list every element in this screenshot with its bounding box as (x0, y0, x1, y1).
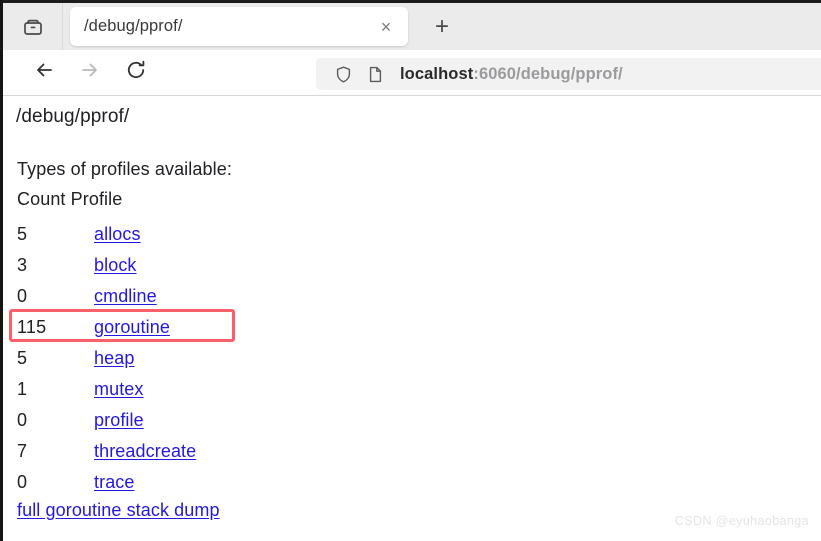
profile-link[interactable]: mutex (94, 379, 144, 400)
profile-count: 115 (17, 317, 47, 337)
table-row: 115 goroutine (3, 309, 821, 343)
table-row: 5 heap (3, 343, 821, 374)
table-row: 0 cmdline (3, 281, 821, 312)
table-row: 0 profile (3, 405, 821, 436)
url-text: localhost:6060/debug/pprof/ (400, 65, 623, 84)
profiles-subtitle: Types of profiles available: (17, 159, 232, 179)
profile-count: 1 (17, 379, 28, 399)
close-icon[interactable]: × (372, 13, 400, 41)
full-goroutine-stack-dump-link[interactable]: full goroutine stack dump (17, 500, 220, 521)
page-title: /debug/pprof/ (16, 106, 130, 127)
navigation-toolbar: localhost:6060/debug/pprof/ (3, 50, 821, 96)
reload-icon (125, 59, 147, 86)
table-row: 1 mutex (3, 374, 821, 405)
profile-count: 5 (17, 224, 28, 244)
browser-window: /debug/pprof/ × + localhost:6060/debug/p… (0, 0, 821, 541)
profiles-table-header: Count Profile (17, 189, 123, 209)
table-row: 3 block (3, 250, 821, 281)
tab-bar: /debug/pprof/ × + (3, 3, 821, 50)
profile-count: 7 (17, 441, 28, 461)
profile-count: 0 (17, 286, 28, 306)
watermark: CSDN @eyuhaobanga (674, 514, 809, 528)
list-all-tabs-button[interactable] (3, 3, 63, 50)
profile-link[interactable]: allocs (94, 224, 141, 245)
browser-tab[interactable]: /debug/pprof/ × (70, 7, 408, 46)
arrow-left-icon (33, 59, 55, 86)
profile-count: 0 (17, 410, 28, 430)
table-row: 5 allocs (3, 219, 821, 250)
profile-link[interactable]: block (94, 255, 137, 276)
profile-link[interactable]: trace (94, 472, 135, 493)
back-button[interactable] (21, 53, 67, 93)
table-row: 7 threadcreate (3, 436, 821, 467)
url-bar[interactable]: localhost:6060/debug/pprof/ (316, 58, 821, 90)
table-row: 0 trace (3, 467, 821, 498)
profile-link[interactable]: threadcreate (94, 441, 196, 462)
tab-title: /debug/pprof/ (84, 17, 183, 35)
new-tab-button[interactable]: + (426, 11, 458, 43)
reload-button[interactable] (113, 53, 159, 93)
profile-count: 0 (17, 472, 28, 492)
shield-icon[interactable] (330, 65, 356, 84)
profile-count: 3 (17, 255, 28, 275)
profile-link[interactable]: goroutine (94, 317, 170, 338)
profile-count: 5 (17, 348, 28, 368)
url-path: :6060/debug/pprof/ (473, 64, 623, 83)
profile-link[interactable]: cmdline (94, 286, 157, 307)
profile-link[interactable]: heap (94, 348, 134, 369)
page-document-icon[interactable] (362, 65, 388, 84)
arrow-right-icon (79, 59, 101, 86)
profile-link[interactable]: profile (94, 410, 144, 431)
forward-button[interactable] (67, 53, 113, 93)
page-content: /debug/pprof/ Types of profiles availabl… (3, 97, 821, 538)
tab-group-icon (22, 16, 44, 38)
url-host: localhost (400, 64, 474, 83)
profiles-table: 5 allocs 3 block 0 cmdline 115 goroutine 5 heap 1 m… (3, 219, 821, 498)
